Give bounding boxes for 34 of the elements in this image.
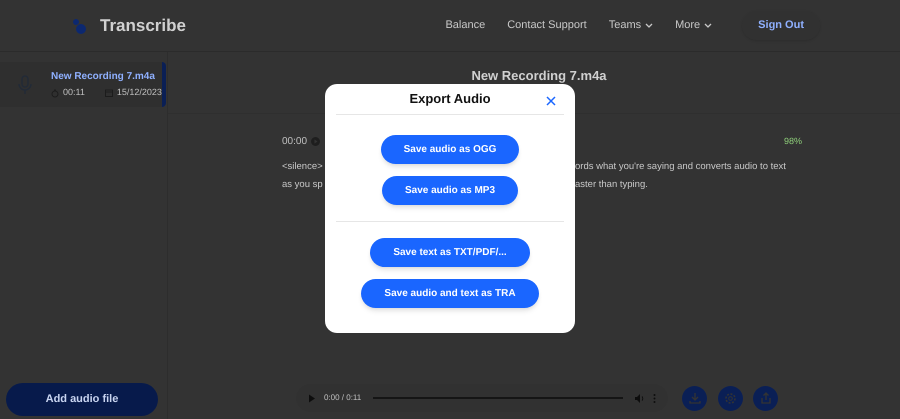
transcript-text: aster than typing. [575,178,648,192]
download-button[interactable] [682,386,707,410]
timestamp: 00:00 [282,135,308,149]
share-button[interactable] [753,386,778,410]
export-button[interactable]: Save text as TXT/PDF/... [370,238,530,267]
add-audio-file-button[interactable]: Add audio file [6,383,158,416]
share-icon [760,392,772,404]
transcript-text: as you sp [282,178,323,190]
nav-link[interactable]: Teams [608,17,654,34]
recording-name: New Recording 7.m4a [51,70,156,84]
volume-icon[interactable] [635,394,645,402]
player-time: 0:00 / 0:11 [324,392,362,404]
settings-button[interactable] [718,386,743,410]
nav-link[interactable]: Contact Support [507,17,587,34]
recording-title: New Recording 7.m4a [471,66,607,85]
nav-link[interactable]: Balance [445,17,486,34]
sign-out-button[interactable]: Sign Out [742,11,820,40]
dialog-title: Export Audio [409,90,491,108]
download-icon [688,392,700,404]
export-button[interactable]: Save audio as OGG [380,135,520,164]
recording-item[interactable]: New Recording 7.m4a 00:11 15/12/2023 [0,62,166,107]
confidence-label: 98% [784,134,802,148]
export-button[interactable]: Save audio as MP3 [382,176,518,205]
transcript-text: ords what you're saying and converts audio to text [575,160,786,174]
recording-duration: 00:11 [63,86,85,100]
nav-link[interactable]: More [675,17,712,34]
brand-name: Transcribe [100,14,186,37]
transcript-text: <silence> [282,160,323,172]
recording-date: 15/12/2023 [116,86,162,100]
settings-icon [724,392,737,404]
logo-icon [70,16,88,34]
close-icon[interactable] [546,96,556,106]
export-button[interactable]: Save audio and text as TRA [361,279,539,308]
play-icon[interactable] [308,394,316,402]
